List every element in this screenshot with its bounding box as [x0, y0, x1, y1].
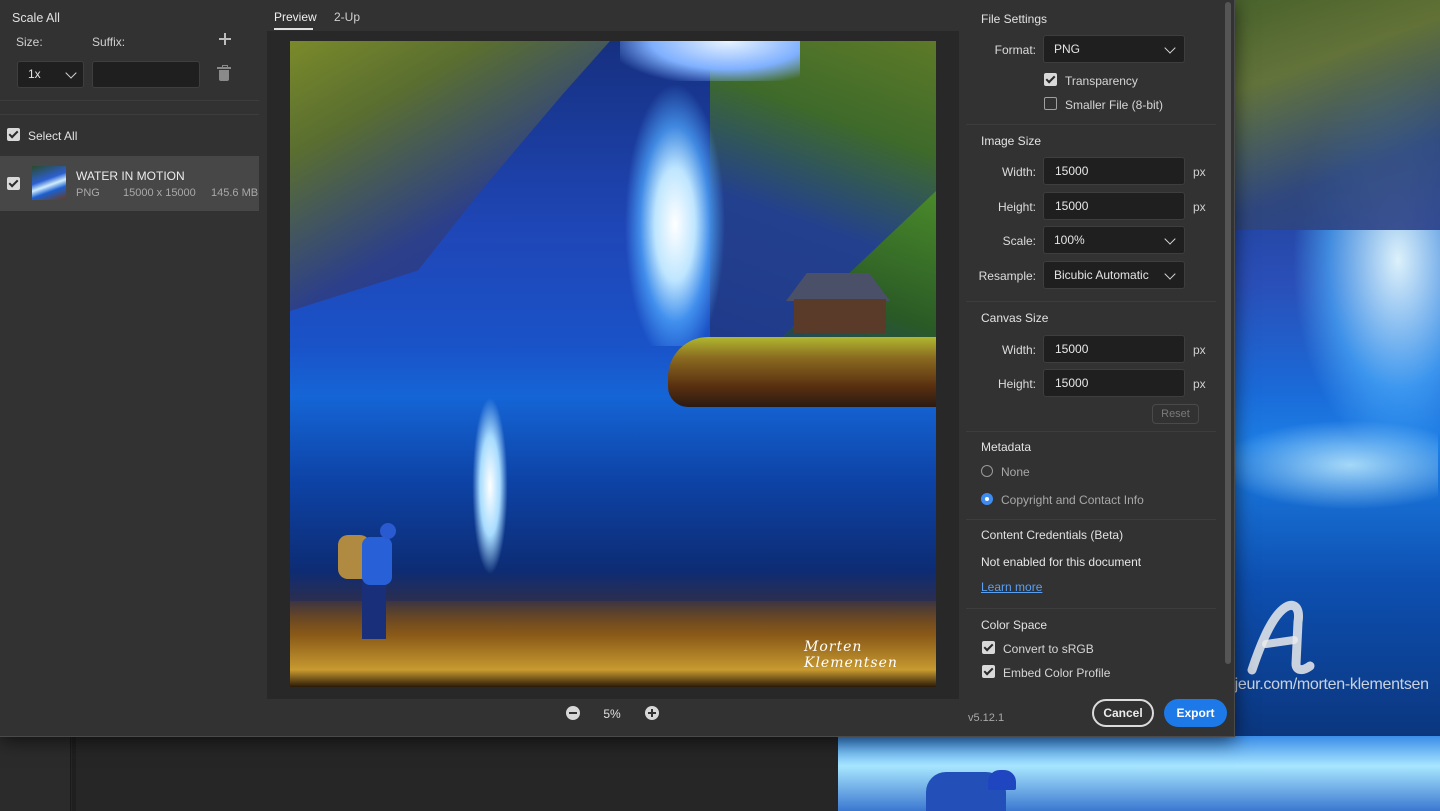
resample-value: Bicubic Automatic [1054, 268, 1149, 282]
chevron-down-icon [1164, 233, 1176, 245]
transparency-label: Transparency [1065, 74, 1138, 88]
divider [966, 431, 1216, 432]
sky-glow [620, 41, 800, 81]
preview-image: Morten Klementsen [290, 41, 936, 687]
add-scale-button[interactable] [217, 31, 233, 47]
background-figure-head [988, 770, 1016, 790]
file-settings-title: File Settings [981, 12, 1048, 26]
resample-select[interactable]: Bicubic Automatic [1043, 261, 1185, 289]
embed-profile-label: Embed Color Profile [1003, 666, 1111, 680]
canvas-width-label: Width: [1001, 343, 1036, 357]
background-divider [72, 736, 76, 811]
asset-filesize: 145.6 MB [211, 187, 259, 199]
suffix-input[interactable] [92, 61, 200, 88]
scale-select[interactable]: 1x [17, 61, 84, 88]
background-water-highlight [1218, 420, 1438, 510]
cabin [786, 273, 890, 333]
unit-label: px [1193, 377, 1206, 391]
scale-percent-select[interactable]: 100% [1043, 226, 1185, 254]
image-height-input[interactable]: 15000 [1043, 192, 1185, 220]
metadata-none-radio[interactable] [981, 465, 993, 477]
asset-name: WATER IN MOTION [76, 169, 185, 183]
asset-format: PNG [76, 187, 100, 199]
waterfall [590, 76, 760, 346]
format-select[interactable]: PNG [1043, 35, 1185, 63]
background-cliff [1233, 0, 1440, 230]
tab-preview[interactable]: Preview [274, 10, 317, 24]
convert-srgb-checkbox[interactable] [982, 641, 995, 654]
background-toolbar [0, 736, 71, 811]
scale-label: Scale: [1002, 234, 1036, 248]
artmajeur-logo-icon [1247, 600, 1315, 675]
asset-checkbox[interactable] [7, 177, 20, 190]
zoom-level: 5% [603, 707, 621, 721]
divider [966, 124, 1216, 125]
suffix-label: Suffix: [92, 35, 126, 49]
metadata-title: Metadata [981, 440, 1032, 454]
chevron-down-icon [65, 67, 77, 79]
active-tab-indicator [274, 28, 313, 30]
select-all-label: Select All [28, 129, 78, 143]
scale-percent-value: 100% [1054, 233, 1085, 247]
canvas-height-label: Height: [997, 377, 1036, 391]
smaller-file-label: Smaller File (8-bit) [1065, 98, 1164, 112]
island [668, 337, 936, 407]
smaller-file-checkbox[interactable] [1044, 97, 1057, 110]
cancel-button[interactable]: Cancel [1092, 699, 1154, 727]
export-button[interactable]: Export [1164, 699, 1227, 727]
select-all-checkbox[interactable] [7, 128, 20, 141]
scale-all-title: Scale All [12, 11, 60, 25]
asset-dimensions: 15000 x 15000 [123, 187, 196, 199]
content-credentials-status: Not enabled for this document [981, 555, 1142, 569]
size-label: Size: [16, 35, 43, 49]
image-height-label: Height: [997, 200, 1036, 214]
zoom-in-icon[interactable] [645, 706, 659, 720]
resample-label: Resample: [978, 269, 1036, 283]
unit-label: px [1193, 165, 1206, 179]
canvas-size-title: Canvas Size [981, 311, 1049, 325]
color-space-title: Color Space [981, 618, 1048, 632]
mountain-left [290, 41, 610, 311]
water-reflection [460, 371, 520, 601]
metadata-copyright-radio[interactable] [981, 493, 993, 505]
canvas-height-input[interactable]: 15000 [1043, 369, 1185, 397]
settings-scrollbar[interactable] [1225, 2, 1231, 664]
tab-2-up[interactable]: 2-Up [334, 10, 360, 24]
asset-thumbnail [32, 166, 66, 200]
divider [966, 519, 1216, 520]
convert-srgb-label: Convert to sRGB [1003, 642, 1094, 656]
asset-row[interactable]: WATER IN MOTION PNG 15000 x 15000 145.6 … [0, 156, 259, 211]
content-credentials-title: Content Credentials (Beta) [981, 528, 1124, 542]
embed-profile-checkbox[interactable] [982, 665, 995, 678]
format-select-value: PNG [1054, 42, 1081, 56]
learn-more-link[interactable]: Learn more [981, 580, 1042, 594]
fisherman-figure [338, 523, 408, 653]
version-label: v5.12.1 [968, 712, 1005, 724]
metadata-copyright-label: Copyright and Contact Info [1001, 493, 1144, 507]
image-width-input[interactable]: 15000 [1043, 157, 1185, 185]
image-width-label: Width: [1001, 165, 1036, 179]
zoom-out-icon[interactable] [566, 706, 580, 720]
unit-label: px [1193, 200, 1206, 214]
divider [966, 608, 1216, 609]
assets-panel: Scale All Size: Suffix: 1x Select All WA… [0, 0, 260, 736]
export-as-dialog: Scale All Size: Suffix: 1x Select All WA… [0, 0, 1235, 737]
unit-label: px [1193, 343, 1206, 357]
background-document-panel [0, 736, 838, 811]
reset-button[interactable]: Reset [1152, 404, 1199, 424]
divider [0, 114, 259, 115]
chevron-down-icon [1164, 42, 1176, 54]
trash-icon[interactable] [217, 65, 231, 81]
divider [0, 100, 259, 101]
format-label: Format: [994, 43, 1036, 57]
metadata-none-label: None [1001, 465, 1030, 479]
artist-signature: Morten Klementsen [804, 639, 898, 671]
canvas-width-input[interactable]: 15000 [1043, 335, 1185, 363]
image-size-title: Image Size [981, 134, 1042, 148]
scale-select-value: 1x [28, 67, 41, 81]
transparency-checkbox[interactable] [1044, 73, 1057, 86]
divider [966, 301, 1216, 302]
chevron-down-icon [1164, 268, 1176, 280]
